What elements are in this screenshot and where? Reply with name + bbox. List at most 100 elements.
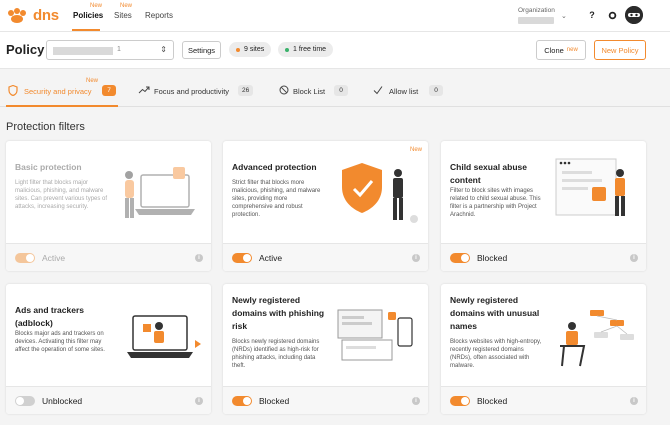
organization-value-redacted bbox=[518, 17, 554, 24]
tab-label: Focus and productivity bbox=[154, 87, 230, 96]
toggle-knob bbox=[243, 397, 251, 405]
category-tabs: Security and privacy New 7 Focus and pro… bbox=[0, 69, 670, 107]
phishing-devices-illustration bbox=[337, 309, 413, 361]
new-policy-label: New Policy bbox=[601, 45, 639, 55]
filter-card-advanced-protection[interactable]: New Advanced protection Strict filter th… bbox=[223, 141, 428, 271]
info-icon[interactable]: i bbox=[412, 254, 420, 262]
tab-allow-list[interactable]: Allow list 0 bbox=[373, 69, 448, 107]
tab-count-badge: 0 bbox=[334, 85, 348, 96]
card-title: Ads and trackers (adblock) bbox=[15, 305, 84, 328]
filter-card-basic-protection[interactable]: Basic protection Light filter that block… bbox=[6, 141, 211, 271]
nav-active-underline bbox=[72, 29, 100, 31]
card-description: Blocks websites with high-entropy, recen… bbox=[450, 339, 542, 369]
tab-label: Security and privacy bbox=[24, 87, 92, 96]
policy-select-suffix: 1 bbox=[117, 46, 121, 53]
filter-card-ads-and-trackers[interactable]: Ads and trackers (adblock) Blocks major … bbox=[6, 284, 211, 414]
organization-label: Organization bbox=[518, 7, 555, 14]
policy-select[interactable]: 1 ⇕ bbox=[46, 40, 174, 60]
clone-button[interactable]: Clone new bbox=[536, 40, 586, 60]
shield-icon bbox=[8, 84, 18, 98]
card-new-badge: New bbox=[409, 147, 422, 153]
trend-icon bbox=[138, 85, 150, 97]
tab-focus-and-productivity[interactable]: Focus and productivity 26 bbox=[138, 69, 258, 107]
network-analyst-illustration bbox=[560, 310, 634, 367]
section-title: Protection filters bbox=[6, 121, 85, 133]
tab-block-list[interactable]: Block List 0 bbox=[279, 69, 354, 107]
filter-toggle[interactable] bbox=[15, 253, 35, 263]
brand-logo[interactable]: dns bbox=[7, 7, 59, 24]
tab-new-badge: New bbox=[86, 78, 99, 84]
orange-dot-icon bbox=[236, 47, 240, 52]
card-footer: Blocked i bbox=[223, 386, 428, 414]
settings-button[interactable]: Settings bbox=[182, 41, 221, 59]
card-footer: Blocked i bbox=[441, 243, 646, 271]
gear-icon[interactable] bbox=[605, 8, 619, 22]
chevron-updown-icon: ⇕ bbox=[160, 45, 167, 54]
info-icon[interactable]: i bbox=[630, 254, 638, 262]
toggle-knob bbox=[243, 254, 251, 262]
tab-active-underline bbox=[6, 105, 118, 107]
free-time-label: 1 free time bbox=[293, 46, 327, 53]
clone-new-badge: new bbox=[566, 47, 578, 53]
nav-label: Sites bbox=[114, 11, 132, 20]
card-footer: Blocked i bbox=[441, 386, 646, 414]
tab-security-and-privacy[interactable]: Security and privacy New 7 bbox=[6, 69, 118, 107]
filter-toggle[interactable] bbox=[232, 253, 252, 263]
settings-button-label: Settings bbox=[187, 45, 216, 55]
tab-label: Allow list bbox=[389, 87, 419, 96]
filter-card-nrd-phishing-risk[interactable]: Newly registered domains with phishing r… bbox=[223, 284, 428, 414]
card-footer: Active i bbox=[223, 243, 428, 271]
nav-label: Reports bbox=[145, 11, 174, 20]
nav-new-badge: New bbox=[120, 3, 133, 9]
card-title: Newly registered domains with unusual na… bbox=[450, 295, 540, 331]
filter-card-nrd-unusual-names[interactable]: Newly registered domains with unusual na… bbox=[441, 284, 646, 414]
top-navigation-bar: dns New Policies New Sites Reports Organ… bbox=[0, 0, 670, 32]
tab-label: Block List bbox=[293, 87, 326, 96]
laptop-person-illustration bbox=[125, 167, 195, 218]
card-footer: Active i bbox=[6, 243, 211, 271]
filter-toggle[interactable] bbox=[232, 396, 252, 406]
info-icon[interactable]: i bbox=[195, 397, 203, 405]
free-time-badge[interactable]: 1 free time bbox=[278, 42, 334, 57]
page-title: Policy bbox=[6, 42, 45, 57]
status-label: Unblocked bbox=[42, 396, 83, 406]
card-title: Newly registered domains with phishing r… bbox=[232, 295, 325, 331]
green-dot-icon bbox=[285, 47, 289, 52]
toggle-knob bbox=[26, 254, 34, 262]
card-description: Strict filter that blocks more malicious… bbox=[232, 180, 321, 218]
info-icon[interactable]: i bbox=[412, 397, 420, 405]
filter-toggle[interactable] bbox=[450, 396, 470, 406]
chevron-down-icon[interactable]: ⌄ bbox=[561, 12, 567, 20]
status-label: Blocked bbox=[477, 253, 508, 263]
toggle-knob bbox=[16, 397, 24, 405]
sites-count-badge[interactable]: 9 sites bbox=[229, 42, 272, 57]
filter-toggle[interactable] bbox=[450, 253, 470, 263]
policy-name-redacted bbox=[53, 47, 113, 55]
check-icon bbox=[373, 85, 383, 97]
brand-name: dns bbox=[33, 7, 59, 24]
laptop-ad-illustration bbox=[127, 315, 201, 358]
nav-label: Policies bbox=[73, 11, 104, 20]
card-description: Blocks major ads and trackers on devices… bbox=[15, 331, 105, 353]
organization-selector[interactable]: Organization bbox=[518, 5, 555, 24]
card-title: Basic protection bbox=[15, 162, 82, 172]
filter-card-child-sexual-abuse-content[interactable]: Child sexual abuse content Filter to blo… bbox=[441, 141, 646, 271]
block-icon bbox=[279, 85, 289, 97]
card-description: Light filter that blocks major malicious… bbox=[15, 180, 108, 210]
card-title: Advanced protection bbox=[232, 162, 317, 172]
info-icon[interactable]: i bbox=[195, 254, 203, 262]
card-title: Child sexual abuse content bbox=[450, 162, 527, 185]
status-label: Blocked bbox=[259, 396, 290, 406]
info-icon[interactable]: i bbox=[630, 397, 638, 405]
nav-new-badge: New bbox=[90, 3, 103, 9]
toggle-knob bbox=[461, 254, 469, 262]
card-description: Blocks newly registered domains (NRDs) i… bbox=[232, 339, 320, 369]
new-policy-button[interactable]: New Policy bbox=[594, 40, 646, 60]
avatar[interactable] bbox=[625, 6, 643, 24]
blocked-browser-illustration bbox=[555, 158, 625, 216]
tab-count-badge: 0 bbox=[429, 85, 443, 96]
status-label: Active bbox=[42, 253, 66, 263]
card-description: Filter to block sites with images relate… bbox=[450, 188, 541, 218]
help-icon[interactable]: ? bbox=[585, 8, 599, 22]
filter-toggle[interactable] bbox=[15, 396, 35, 406]
